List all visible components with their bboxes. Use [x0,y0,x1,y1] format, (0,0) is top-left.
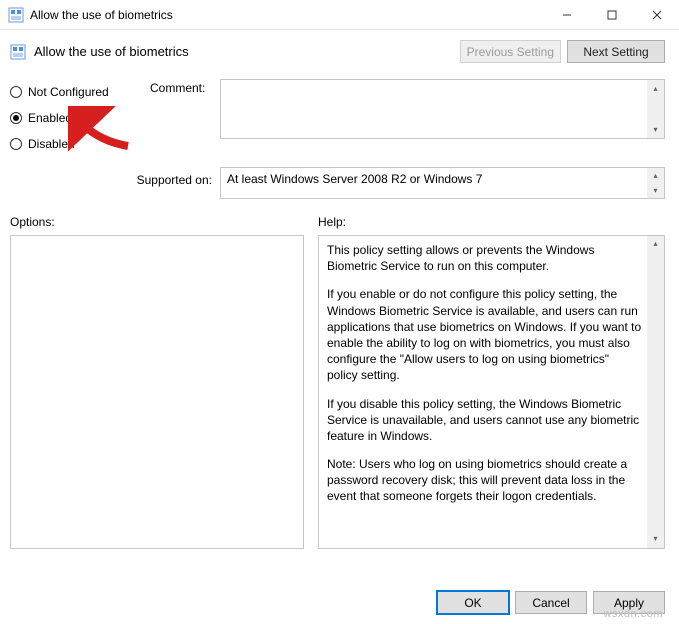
next-setting-button[interactable]: Next Setting [567,40,665,63]
scroll-down-icon[interactable]: ▾ [647,183,664,198]
scroll-up-icon[interactable]: ▴ [647,236,664,253]
previous-setting-button[interactable]: Previous Setting [460,40,561,63]
close-button[interactable] [634,0,679,30]
minimize-button[interactable] [544,0,589,30]
page-title: Allow the use of biometrics [34,44,454,59]
supported-label: Supported on: [10,167,220,199]
radio-label: Enabled [28,111,72,125]
lower-panes: Options: Help: This policy setting allow… [0,199,679,549]
footer-buttons: OK Cancel Apply [437,591,665,614]
maximize-button[interactable] [589,0,634,30]
supported-row: Supported on: At least Windows Server 20… [0,167,679,199]
radio-disabled[interactable]: Disabled [10,131,150,157]
help-label: Help: [318,215,665,229]
titlebar: Allow the use of biometrics [0,0,679,30]
window-title: Allow the use of biometrics [30,8,544,22]
options-box[interactable] [10,235,304,549]
apply-button[interactable]: Apply [593,591,665,614]
comment-field[interactable]: ▴ ▾ [220,79,665,139]
scrollbar[interactable]: ▴ ▾ [647,168,664,198]
config-area: Not Configured Enabled Disabled Comment:… [0,73,679,157]
app-icon [8,7,24,23]
ok-button[interactable]: OK [437,591,509,614]
options-label: Options: [10,215,304,229]
radio-enabled[interactable]: Enabled [10,105,150,131]
help-box[interactable]: This policy setting allows or prevents t… [318,235,665,549]
scroll-down-icon[interactable]: ▾ [647,531,664,548]
policy-icon [10,44,26,60]
options-pane: Options: [10,215,304,549]
radio-not-configured[interactable]: Not Configured [10,79,150,105]
radio-label: Not Configured [28,85,109,99]
scroll-down-icon[interactable]: ▾ [647,121,664,138]
help-paragraph: Note: Users who log on using biometrics … [327,456,642,505]
scroll-up-icon[interactable]: ▴ [647,80,664,97]
header-row: Allow the use of biometrics Previous Set… [0,30,679,73]
radio-icon [10,112,22,124]
radio-icon [10,86,22,98]
radio-label: Disabled [28,137,75,151]
cancel-button[interactable]: Cancel [515,591,587,614]
help-paragraph: This policy setting allows or prevents t… [327,242,642,274]
help-paragraph: If you disable this policy setting, the … [327,396,642,445]
help-paragraph: If you enable or do not configure this p… [327,286,642,383]
radio-icon [10,138,22,150]
scrollbar[interactable]: ▴ ▾ [647,236,664,548]
supported-field[interactable]: At least Windows Server 2008 R2 or Windo… [220,167,665,199]
comment-label: Comment: [150,79,220,157]
help-pane: Help: This policy setting allows or prev… [318,215,665,549]
radio-group: Not Configured Enabled Disabled [10,79,150,157]
scroll-up-icon[interactable]: ▴ [647,168,664,183]
scrollbar[interactable]: ▴ ▾ [647,80,664,138]
supported-value: At least Windows Server 2008 R2 or Windo… [227,172,482,186]
